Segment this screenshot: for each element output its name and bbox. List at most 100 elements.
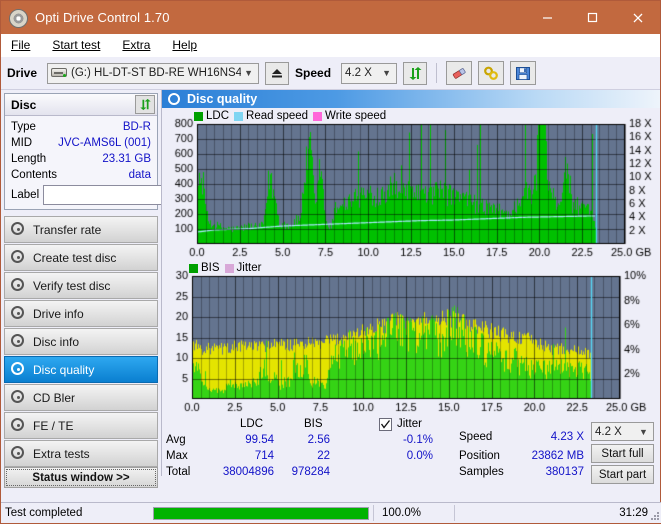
sidebar-item-label: Disc quality: [33, 363, 94, 377]
progress-fill: [154, 508, 368, 519]
speed-stat-value: 4.23 X: [512, 431, 584, 443]
legend-item: BIS: [189, 262, 220, 274]
disc-icon: [11, 390, 26, 405]
bis-jitter-chart[interactable]: BIS Jitter: [164, 262, 658, 417]
title-bar: Opti Drive Control 1.70: [1, 1, 660, 34]
drive-icon: [51, 66, 68, 80]
refresh-button[interactable]: [403, 62, 427, 85]
status-window-button[interactable]: Status window >>: [4, 467, 158, 488]
sidebar-item-label: Disc info: [33, 335, 79, 349]
elapsed-time: 31:29: [454, 505, 661, 521]
disc-quality-icon: [168, 93, 181, 106]
legend-item: Jitter: [225, 262, 262, 274]
speed-label: Speed: [295, 66, 331, 80]
sidebar: Disc Type BD-R MID JVC-: [1, 90, 161, 476]
chart-legend-bottom: BIS Jitter: [189, 262, 261, 274]
legend-swatch: [225, 264, 234, 273]
disc-type-label: Type: [11, 121, 36, 133]
sidebar-item-cd-bler[interactable]: CD Bler: [4, 384, 158, 411]
start-full-button[interactable]: Start full: [591, 444, 654, 463]
page-title: Disc quality: [187, 92, 257, 106]
test-speed-value: 4.2 X: [595, 426, 636, 438]
menu-start-test[interactable]: Start test: [50, 37, 102, 53]
disc-icon: [11, 334, 26, 349]
avg-jitter-value: -0.1%: [376, 434, 433, 446]
jitter-checkbox[interactable]: [379, 418, 392, 431]
disc-row-type: Type BD-R: [11, 119, 151, 135]
panel-header: Disc quality: [162, 90, 660, 108]
menu-file[interactable]: File: [9, 37, 32, 53]
disc-length-value: 23.31 GB: [102, 153, 151, 165]
drive-select[interactable]: (G:) HL-DT-ST BD-RE WH16NS48 1.D3 ▼: [47, 63, 259, 84]
col-header-ldc: LDC: [240, 418, 263, 430]
samples-value: 380137: [512, 466, 584, 478]
sidebar-item-disc-quality[interactable]: Disc quality: [4, 356, 158, 383]
disc-icon: [11, 362, 26, 377]
main-panel: Disc quality LDCRead speedWrite speed BI…: [161, 90, 660, 476]
disc-icon: [9, 8, 28, 27]
disc-refresh-button[interactable]: [135, 95, 155, 114]
menu-extra[interactable]: Extra: [120, 37, 152, 53]
menu-start-test-label: Start test: [52, 38, 100, 52]
legend-label: LDC: [206, 110, 229, 122]
sidebar-item-disc-info[interactable]: Disc info: [4, 328, 158, 355]
disc-row-mid: MID JVC-AMS6L (001): [11, 135, 151, 151]
test-speed-select[interactable]: 4.2 X ▼: [591, 422, 654, 441]
sidebar-item-label: Extra tests: [33, 447, 90, 461]
speed-select[interactable]: 4.2 X ▼: [341, 63, 397, 84]
disc-icon: [11, 250, 26, 265]
resize-grip-icon[interactable]: [650, 511, 660, 521]
speed-stat-label: Speed: [459, 431, 492, 443]
close-icon[interactable]: [615, 1, 660, 34]
sidebar-item-label: FE / TE: [33, 419, 73, 433]
tools-button[interactable]: [478, 61, 504, 85]
row-label-avg: Avg: [166, 434, 186, 446]
row-label-max: Max: [166, 450, 188, 462]
sidebar-item-transfer-rate[interactable]: Transfer rate: [4, 216, 158, 243]
disc-icon: [11, 278, 26, 293]
disc-length-label: Length: [11, 153, 46, 165]
disc-panel-header: Disc: [5, 94, 157, 116]
legend-item: Write speed: [313, 110, 386, 122]
disc-contents-label: Contents: [11, 169, 57, 181]
status-bar: Test completed 100.0% 31:29: [1, 502, 661, 523]
minimize-icon[interactable]: [525, 1, 570, 34]
disc-icon: [11, 418, 26, 433]
status-text: Test completed: [1, 507, 153, 519]
drive-toolbar: Drive (G:) HL-DT-ST BD-RE WH16NS48 1.D3 …: [1, 57, 660, 90]
sidebar-item-label: Drive info: [33, 307, 84, 321]
disc-icon: [11, 446, 26, 461]
eject-button[interactable]: [265, 62, 289, 85]
disc-mid-label: MID: [11, 137, 32, 149]
ldc-speed-chart[interactable]: LDCRead speedWrite speed: [164, 110, 658, 262]
progress-percent: 100.0%: [373, 505, 454, 521]
save-button[interactable]: [510, 61, 536, 85]
progress-bar: [153, 507, 369, 520]
eraser-button[interactable]: [446, 61, 472, 85]
maximize-icon[interactable]: [570, 1, 615, 34]
sidebar-item-label: Verify test disc: [33, 279, 110, 293]
sidebar-item-verify-test-disc[interactable]: Verify test disc: [4, 272, 158, 299]
speed-select-value: 4.2 X: [345, 67, 379, 79]
legend-label: Write speed: [325, 110, 386, 122]
menu-help-label: Help: [172, 38, 197, 52]
total-ldc-value: 38004896: [202, 466, 274, 478]
sidebar-item-extra-tests[interactable]: Extra tests: [4, 440, 158, 467]
charts-area: LDCRead speedWrite speed BIS Jitter: [162, 108, 660, 417]
menu-help[interactable]: Help: [170, 37, 199, 53]
disc-icon: [11, 306, 26, 321]
start-part-button[interactable]: Start part: [591, 465, 654, 484]
sidebar-item-label: Transfer rate: [33, 223, 101, 237]
chart-legend-top: LDCRead speedWrite speed: [194, 110, 386, 122]
disc-panel-title: Disc: [11, 98, 36, 112]
legend-swatch: [189, 264, 198, 273]
legend-label: BIS: [201, 262, 220, 274]
sidebar-item-fe-te[interactable]: FE / TE: [4, 412, 158, 439]
sidebar-item-label: Create test disc: [33, 251, 116, 265]
avg-bis-value: 2.56: [282, 434, 330, 446]
disc-label-row: Label: [11, 185, 151, 205]
sidebar-item-create-test-disc[interactable]: Create test disc: [4, 244, 158, 271]
total-bis-value: 978284: [276, 466, 330, 478]
sidebar-item-drive-info[interactable]: Drive info: [4, 300, 158, 327]
window-title: Opti Drive Control 1.70: [35, 10, 170, 25]
